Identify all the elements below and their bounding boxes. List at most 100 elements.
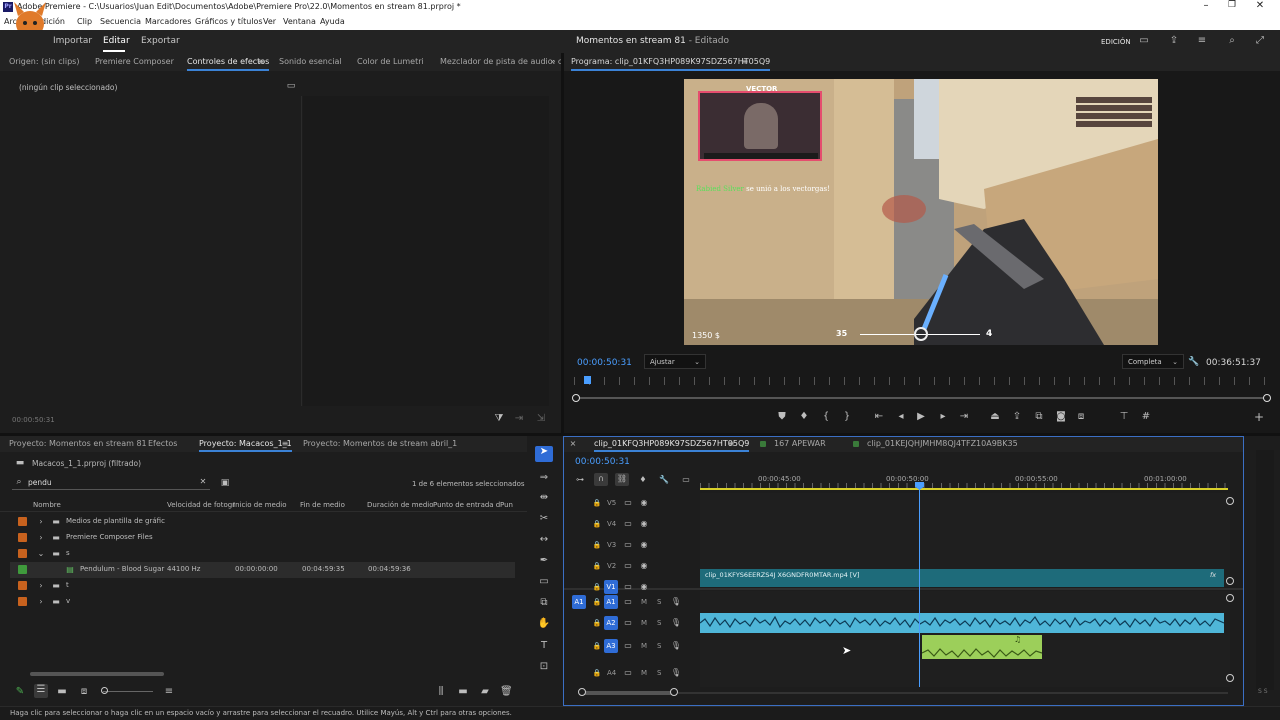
tab-sequence-3[interactable]: clip_01KEJQHJMHM8QJ4TFZ10A9BK35 — [867, 437, 1018, 452]
tab-proyecto-macacos[interactable]: Proyecto: Macacos_1_1 — [199, 436, 292, 452]
audio-clip-a2[interactable] — [700, 613, 1224, 633]
menu-ventana[interactable]: Ventana — [283, 17, 316, 26]
lock-icon[interactable]: 🔒 — [592, 596, 602, 608]
fullscreen-icon[interactable]: ⤢ — [1253, 35, 1267, 47]
menu-ayuda[interactable]: Ayuda — [320, 17, 345, 26]
track-name[interactable]: A1 — [604, 595, 618, 609]
timeline-timecode[interactable]: 00:00:50:31 — [575, 457, 630, 467]
sync-lock-icon[interactable]: ▭ — [622, 560, 634, 572]
project-list-item[interactable]: ⌄ ▬ s — [10, 546, 515, 562]
tab-sonido-esencial[interactable]: Sonido esencial — [279, 53, 342, 71]
zoom-slider-handle[interactable] — [101, 687, 108, 694]
linked-selection-icon[interactable]: ⛓ — [615, 473, 629, 486]
trim-icon[interactable]: ⊤ — [1117, 411, 1131, 423]
label-color-swatch[interactable] — [18, 517, 27, 526]
label-color-swatch[interactable] — [18, 581, 27, 590]
lock-icon[interactable]: 🔒 — [592, 560, 602, 572]
go-to-out-icon[interactable]: ⇥ — [957, 411, 971, 423]
track-scroll-handle[interactable] — [1226, 674, 1234, 682]
tab-premiere-composer[interactable]: Premiere Composer — [95, 53, 174, 71]
sync-lock-icon[interactable]: ▭ — [622, 640, 634, 652]
timeline-hscroll[interactable] — [678, 692, 1228, 694]
video-track-header[interactable]: 🔒 V2 ▭ ◉ — [564, 556, 698, 576]
project-list-item[interactable]: › ▬ v — [10, 594, 515, 610]
more-tabs-icon[interactable]: » — [547, 56, 559, 68]
label-color-swatch[interactable] — [18, 597, 27, 606]
eye-icon[interactable]: ◉ — [638, 518, 650, 530]
timeline-zoom-handle-right[interactable] — [670, 688, 678, 696]
chevron-right-icon[interactable]: › — [36, 532, 46, 544]
source-patch-a1[interactable]: A1 — [572, 595, 586, 609]
step-forward-icon[interactable]: ▸ — [936, 411, 950, 423]
search-box[interactable]: ⌕ ✕ — [12, 476, 210, 490]
microphone-icon[interactable]: 🎙 — [670, 596, 682, 608]
crop-icon[interactable]: ⧉ — [536, 597, 552, 609]
timeline-playhead[interactable] — [919, 482, 920, 687]
find-icon[interactable]: ▬ — [457, 686, 469, 698]
go-to-in-icon[interactable]: ⇤ — [872, 411, 886, 423]
lock-icon[interactable]: 🔒 — [592, 539, 602, 551]
search-input[interactable] — [28, 476, 188, 489]
track-name[interactable]: A4 — [607, 669, 616, 677]
microphone-icon[interactable]: 🎙 — [670, 640, 682, 652]
track-scroll-handle[interactable] — [1226, 594, 1234, 602]
workspace-label[interactable]: EDICIÓN — [1101, 38, 1131, 46]
tab-color-lumetri[interactable]: Color de Lumetri — [357, 53, 424, 71]
col-nombre[interactable]: Nombre — [33, 501, 61, 509]
new-bin-from-search-icon[interactable]: ▣ — [218, 477, 232, 489]
menu-secuencia[interactable]: Secuencia — [100, 17, 141, 26]
track-name[interactable]: V4 — [607, 520, 616, 528]
mute-button[interactable]: M — [641, 598, 647, 606]
video-track-header[interactable]: 🔒 V3 ▭ ◉ — [564, 535, 698, 555]
solo-button[interactable]: S — [657, 598, 661, 606]
col-pun[interactable]: Pun — [500, 501, 513, 509]
col-inicio[interactable]: Inicio de medio — [233, 501, 287, 509]
step-back-icon[interactable]: ◂ — [894, 411, 908, 423]
label-color-swatch[interactable] — [18, 565, 27, 574]
col-duracion[interactable]: Duración de medio — [367, 501, 434, 509]
panel-layout-icon[interactable]: ▭ — [1137, 35, 1151, 47]
track-name[interactable]: A2 — [604, 616, 618, 630]
project-list-item[interactable]: › ▬ t — [10, 578, 515, 594]
track-name[interactable]: V2 — [607, 562, 616, 570]
menu-marcadores[interactable]: Marcadores — [145, 17, 191, 26]
project-list-item[interactable]: ▤ Pendulum - Blood Sugar 44100 Hz 00:00:00:… — [10, 562, 515, 578]
rectangle-icon[interactable]: ▭ — [536, 576, 552, 588]
eye-icon[interactable]: ◉ — [638, 560, 650, 572]
razor-icon[interactable]: ✂ — [536, 513, 552, 525]
play-icon[interactable]: ▶ — [914, 411, 928, 423]
audio-track-header[interactable]: 🔒 A4 ▭ M S 🎙 — [564, 663, 698, 683]
tab-editar[interactable]: Editar — [103, 36, 130, 46]
pencil-icon[interactable]: ✎ — [14, 686, 26, 698]
program-timecode[interactable]: 00:00:50:31 — [577, 358, 632, 368]
clear-search-icon[interactable]: ✕ — [198, 476, 208, 488]
lock-icon[interactable]: 🔒 — [592, 667, 602, 679]
program-ruler[interactable] — [574, 377, 1270, 385]
chevron-right-icon[interactable]: › — [36, 596, 46, 608]
sort-icon[interactable]: ≡ — [163, 686, 175, 698]
new-item-icon[interactable]: 🗑 — [500, 686, 513, 698]
zoom-slider[interactable] — [103, 691, 153, 692]
export-icon[interactable]: ⇲ — [535, 413, 547, 425]
mute-button[interactable]: M — [641, 669, 647, 677]
chevron-right-icon[interactable]: › — [36, 580, 46, 592]
safe-margins-icon[interactable]: # — [1139, 411, 1153, 423]
track-name[interactable]: V3 — [607, 541, 616, 549]
col-velocidad[interactable]: Velocidad de fotogr — [167, 501, 235, 509]
tab-proyecto-abril[interactable]: Proyecto: Momentos de stream abril_1 — [303, 436, 457, 452]
extract-icon[interactable]: ⇪ — [1010, 411, 1024, 423]
video-track-header[interactable]: 🔒 V4 ▭ ◉ — [564, 514, 698, 534]
sync-lock-icon[interactable]: ▭ — [622, 667, 634, 679]
microphone-icon[interactable]: 🎙 — [670, 617, 682, 629]
share-icon[interactable]: ⇪ — [1167, 35, 1181, 47]
type-icon[interactable]: T — [536, 640, 552, 652]
lift-icon[interactable]: ⏏ — [988, 411, 1002, 423]
solo-button[interactable]: S — [657, 642, 661, 650]
automate-sequence-icon[interactable]: ⫼ — [435, 686, 447, 698]
quality-dropdown[interactable]: Completa ⌄ — [1122, 354, 1184, 369]
project-menu-icon[interactable]: ≡ — [280, 438, 290, 450]
tab-proyecto-momentos[interactable]: Proyecto: Momentos en stream 81 — [9, 436, 147, 452]
menu-clip[interactable]: Clip — [77, 17, 92, 26]
microphone-icon[interactable]: 🎙 — [670, 667, 682, 679]
lock-icon[interactable]: 🔒 — [592, 640, 602, 652]
